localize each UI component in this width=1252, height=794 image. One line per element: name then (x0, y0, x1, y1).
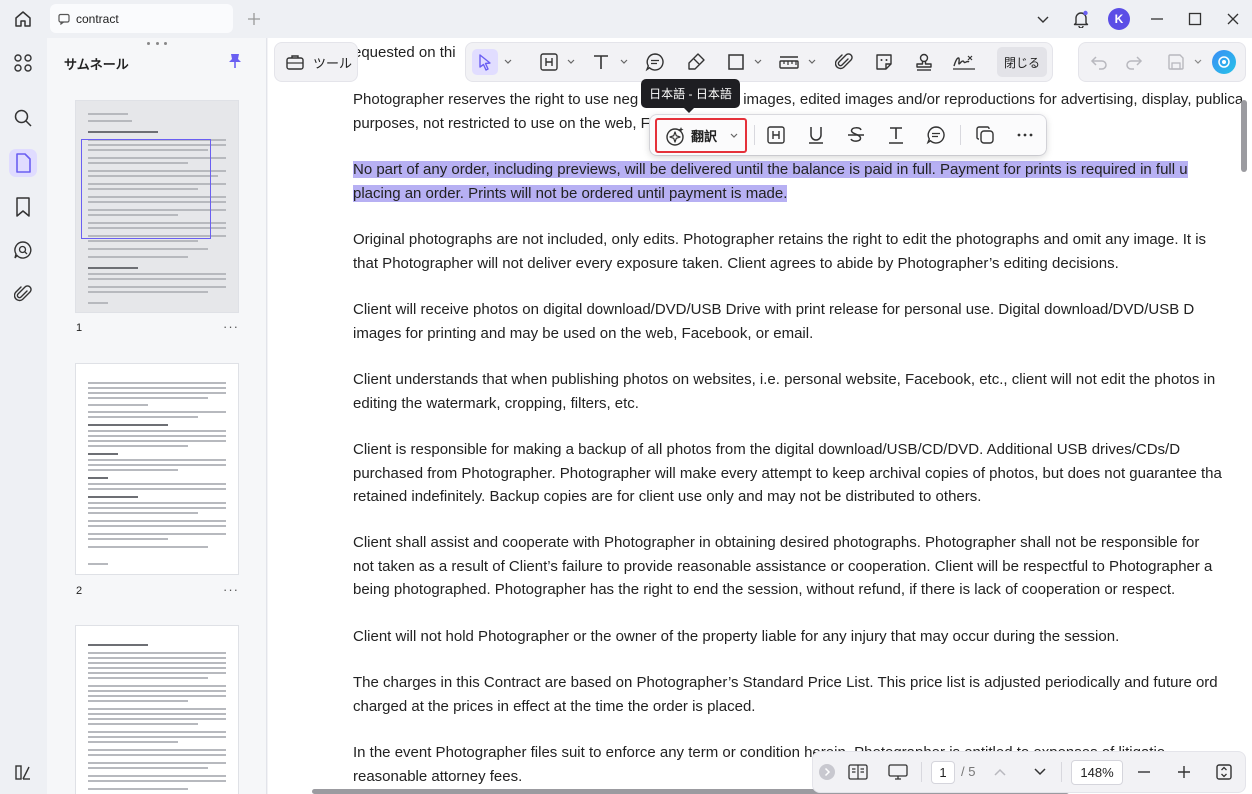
pages-icon[interactable] (9, 149, 37, 177)
home-icon[interactable] (10, 6, 36, 32)
sticker-icon[interactable] (871, 49, 897, 75)
page-thumbnail-3[interactable] (76, 626, 238, 794)
rectangle-icon[interactable] (723, 49, 749, 75)
text-tool-icon[interactable] (588, 49, 614, 75)
document-tab[interactable]: contract (50, 4, 233, 33)
close-window-button[interactable] (1214, 0, 1252, 38)
underline-icon[interactable] (803, 122, 829, 148)
comment-icon[interactable] (923, 122, 949, 148)
toolbox-icon (285, 53, 305, 71)
language-tooltip: 日本語 - 日本語 (641, 79, 740, 113)
annotation-toolbar: 閉じる (466, 43, 1052, 81)
grid-icon[interactable] (9, 49, 37, 77)
presentation-icon[interactable] (885, 759, 911, 785)
more-icon[interactable] (1012, 122, 1038, 148)
translate-ai-icon (664, 125, 686, 147)
next-page-icon[interactable] (1027, 759, 1053, 785)
zoom-in-icon[interactable] (1171, 759, 1197, 785)
translate-label: 翻訳 (691, 129, 718, 144)
bookmark-icon[interactable] (9, 193, 37, 221)
new-tab-button[interactable] (243, 8, 265, 30)
tab-title: contract (76, 11, 119, 26)
paragraph: Client will not hold Photographer or the… (353, 628, 1120, 645)
paragraph: Client will receive photos on digital do… (353, 301, 1195, 342)
zoom-level[interactable]: 148% (1071, 760, 1123, 785)
attachment-icon[interactable] (9, 280, 37, 308)
more-icon[interactable]: ··· (223, 582, 239, 597)
user-avatar[interactable]: K (1100, 0, 1138, 38)
panel-drag-handle[interactable] (147, 41, 167, 47)
redo-icon[interactable] (1121, 49, 1147, 75)
strikethrough-icon[interactable] (843, 122, 869, 148)
fit-page-icon[interactable] (1211, 759, 1237, 785)
bell-icon[interactable] (1062, 0, 1100, 38)
search-icon[interactable] (9, 104, 37, 132)
thumbnail-label: 1 (76, 322, 83, 334)
page-navigation-bar: 1 / 5 148% (813, 752, 1245, 792)
layers-icon[interactable] (9, 758, 37, 786)
paragraph: The charges in this Contract are based o… (353, 674, 1218, 715)
maximize-button[interactable] (1176, 0, 1214, 38)
chevron-down-icon[interactable] (1024, 0, 1062, 38)
chevron-down-icon[interactable] (730, 133, 738, 139)
thumbnail-panel: サムネール 1 ··· 2 ··· (47, 38, 267, 794)
comment-icon[interactable] (642, 49, 668, 75)
highlight-icon[interactable] (763, 122, 789, 148)
stamp-icon[interactable] (911, 49, 937, 75)
copy-icon[interactable] (972, 122, 998, 148)
zoom-out-icon[interactable] (1131, 759, 1157, 785)
title-bar: contract K (0, 0, 1252, 38)
previous-page-icon[interactable] (987, 759, 1013, 785)
paragraph: Original photographs are not included, o… (353, 231, 1207, 272)
signature-icon[interactable] (951, 49, 977, 75)
paragraph: Client understands that when publishing … (353, 371, 1216, 412)
ai-assistant-icon[interactable] (1211, 49, 1237, 75)
undo-icon[interactable] (1086, 49, 1112, 75)
highlighted-paragraph[interactable]: No part of any order, including previews… (353, 158, 1188, 205)
message-icon (58, 13, 70, 25)
translate-button[interactable]: 翻訳 (655, 118, 747, 153)
minimize-button[interactable] (1138, 0, 1176, 38)
avatar-initial: K (1108, 8, 1130, 30)
tools-label: ツール (313, 55, 353, 71)
left-rail (0, 38, 47, 794)
close-toolbar-button[interactable]: 閉じる (997, 47, 1047, 77)
thumbnail-label: 2 (76, 585, 83, 597)
comment-search-icon[interactable] (9, 236, 37, 264)
paragraph: Client is responsible for making a backu… (353, 441, 1222, 505)
panel-title: サムネール (64, 57, 129, 72)
vertical-scrollbar[interactable] (1241, 100, 1247, 172)
page-total: / 5 (961, 764, 976, 779)
marker-icon[interactable] (683, 49, 709, 75)
highlight-box-icon[interactable] (536, 49, 562, 75)
page-thumbnail-2[interactable] (76, 364, 238, 574)
select-tool-icon[interactable] (472, 49, 498, 75)
measure-icon[interactable] (776, 49, 802, 75)
more-icon[interactable]: ··· (223, 319, 239, 334)
collapse-arrow-icon[interactable] (814, 759, 840, 785)
history-tools (1079, 43, 1245, 81)
tools-button[interactable]: ツール (275, 43, 357, 81)
pin-icon[interactable] (228, 53, 242, 69)
save-icon[interactable] (1163, 49, 1189, 75)
page-number-input[interactable]: 1 (931, 761, 955, 784)
paperclip-icon[interactable] (831, 49, 857, 75)
text-replace-icon[interactable] (883, 122, 909, 148)
page-thumbnail-1[interactable] (76, 101, 238, 312)
paragraph: equested on thi (353, 44, 456, 61)
paragraph: Client shall assist and cooperate with P… (353, 534, 1213, 598)
reading-mode-icon[interactable] (845, 759, 871, 785)
viewport-indicator[interactable] (81, 139, 211, 239)
selection-toolbar: 翻訳 (650, 115, 1046, 155)
